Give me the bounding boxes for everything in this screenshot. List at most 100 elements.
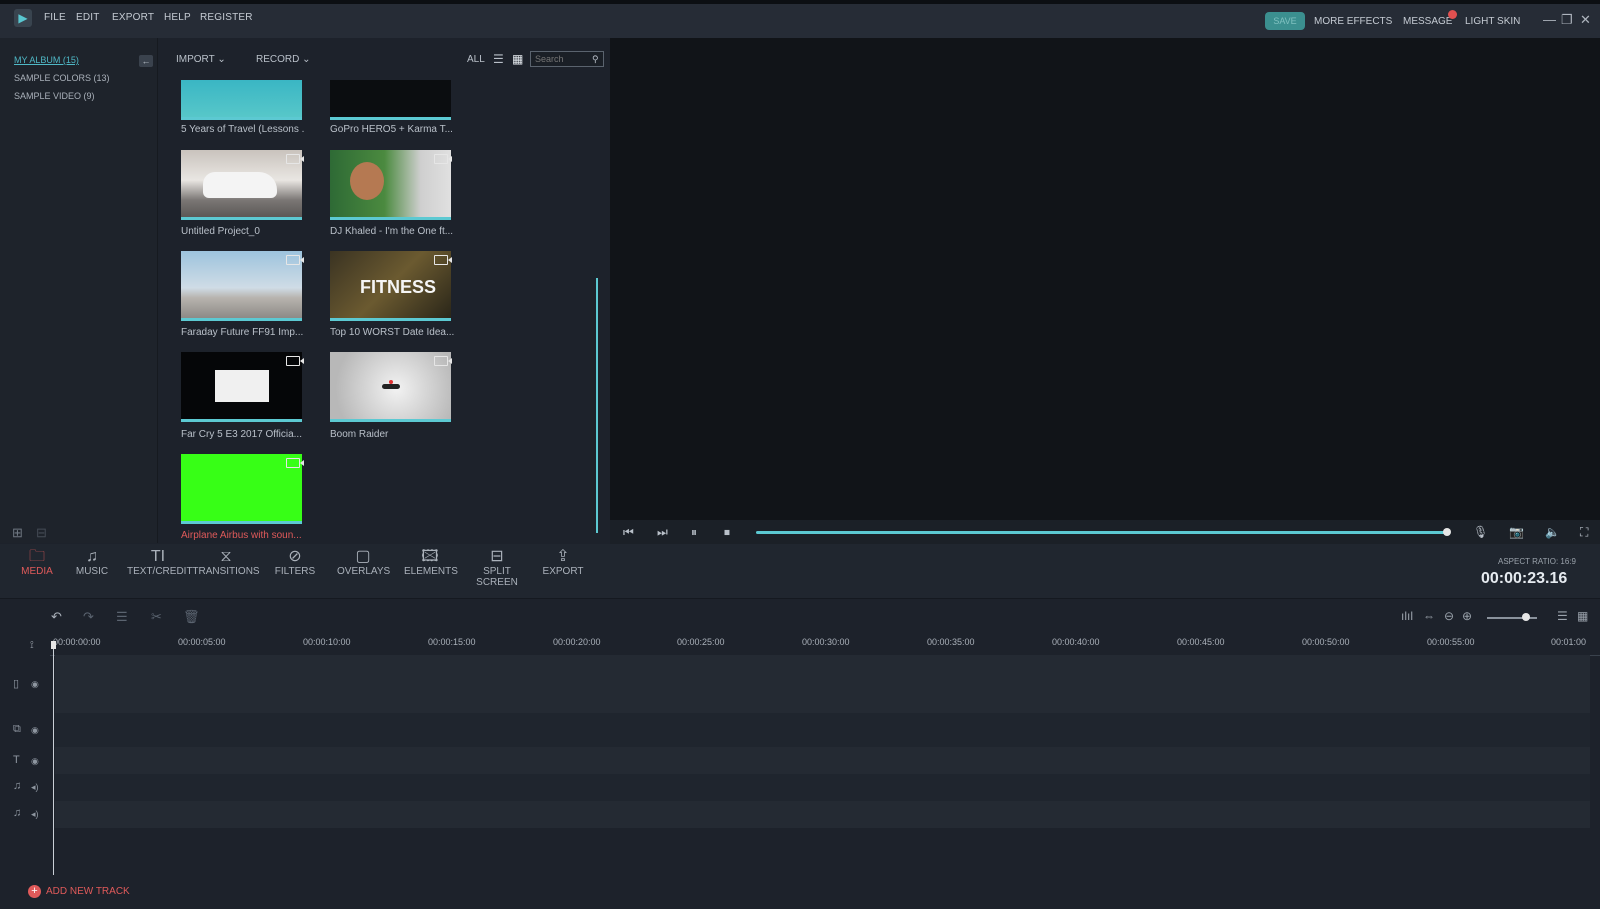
zoom-out-icon[interactable]: ⊖ (1444, 609, 1454, 623)
tab-export[interactable]: ⇪ EXPORT (542, 544, 584, 577)
message-link[interactable]: MESSAGE (1403, 16, 1452, 27)
overlay-track-icon: ⧉ (13, 723, 21, 735)
tab-media-label: MEDIA (21, 566, 53, 577)
audio-mixer-icon[interactable]: ılıl (1401, 609, 1413, 623)
message-badge (1448, 10, 1457, 19)
media-thumbnail[interactable] (181, 251, 302, 321)
tab-overlays[interactable]: ▢ OVERLAYS (337, 544, 390, 577)
tab-elements[interactable]: 🖾 ELEMENTS (404, 544, 458, 577)
step-forward-icon[interactable]: ⏭ (657, 525, 668, 540)
zoom-in-icon[interactable]: ⊕ (1462, 609, 1472, 623)
maximize-icon[interactable]: ❐ (1561, 12, 1573, 28)
media-thumbnail[interactable] (181, 352, 302, 422)
media-scrollbar[interactable] (596, 278, 598, 533)
menu-file[interactable]: FILE (44, 12, 66, 23)
tab-transitions[interactable]: ⧖ TRANSITIONS (190, 544, 262, 577)
cut-icon[interactable]: ✂ (151, 609, 162, 625)
stop-icon[interactable]: ⏹ (724, 525, 730, 540)
media-thumbnail[interactable] (330, 352, 451, 422)
trash-icon[interactable]: 🗑 (183, 609, 200, 625)
album-my-album[interactable]: MY ALBUM (15) (14, 55, 79, 65)
eye-icon[interactable]: ◉ (31, 725, 39, 736)
media-caption: Airplane Airbus with soun... (181, 530, 302, 541)
record-dropdown[interactable]: RECORD ⌄ (256, 54, 311, 65)
music-track-icon: ♫ (13, 807, 22, 819)
new-folder-icon[interactable]: ⊞ (12, 525, 23, 541)
menu-edit[interactable]: EDIT (76, 12, 100, 23)
list-view-icon[interactable]: ☰ (493, 52, 504, 66)
zoom-slider-handle[interactable] (1522, 613, 1530, 621)
more-effects-link[interactable]: MORE EFFECTS (1314, 16, 1392, 27)
undo-icon[interactable]: ↶ (51, 609, 62, 625)
speaker-icon[interactable]: ◂) (31, 809, 39, 820)
filter-all[interactable]: ALL (467, 54, 485, 65)
ruler-tick-label: 00:00:10:00 (303, 637, 351, 647)
speaker-icon[interactable]: ◂) (31, 782, 39, 793)
menu-export[interactable]: EXPORT (112, 12, 154, 23)
media-thumbnail[interactable] (330, 150, 451, 220)
add-track-icon[interactable]: + (28, 885, 41, 898)
playhead-line[interactable] (53, 645, 54, 875)
snapshot-camera-icon[interactable]: 📷 (1509, 525, 1524, 539)
app-logo-icon: ▶ (14, 9, 32, 27)
music-track-1[interactable] (55, 774, 1590, 801)
import-dropdown[interactable]: IMPORT ⌄ (176, 54, 226, 65)
fullscreen-icon[interactable]: ⛶ (1580, 525, 1588, 540)
fit-timeline-icon[interactable]: ⇔ (1423, 609, 1435, 623)
tab-music[interactable]: ♫ MUSIC (72, 544, 112, 577)
minimize-icon[interactable]: — (1543, 12, 1556, 27)
tab-split-screen-label: SPLIT SCREEN (476, 566, 518, 588)
collapse-panel-icon[interactable]: ← (139, 55, 153, 67)
playback-progress-bar[interactable] (756, 531, 1446, 534)
list-layout-icon[interactable]: ☰ (1557, 609, 1568, 623)
ruler-tick-label: 00:00:20:00 (553, 637, 601, 647)
ruler-tick-label: 00:00:15:00 (428, 637, 476, 647)
split-screen-icon: ⊟ (490, 548, 504, 565)
search-icon[interactable]: ⚲ (592, 54, 599, 65)
media-caption: Far Cry 5 E3 2017 Officia... (181, 429, 302, 440)
redo-icon[interactable]: ↷ (83, 609, 94, 625)
ruler-tick-label: 00:00:00:00 (53, 637, 101, 647)
menu-help[interactable]: HELP (164, 12, 191, 23)
eye-icon[interactable]: ◉ (31, 756, 39, 767)
media-thumbnail[interactable] (181, 150, 302, 220)
add-new-track-button[interactable]: ADD NEW TRACK (46, 886, 130, 897)
media-thumbnail[interactable] (181, 80, 302, 120)
car-shape (203, 172, 277, 198)
music-track-2[interactable] (55, 801, 1590, 828)
skip-back-icon[interactable]: ⏮ (623, 525, 634, 540)
light-skin-link[interactable]: LIGHT SKIN (1465, 16, 1520, 27)
media-caption: GoPro HERO5 + Karma T... (330, 124, 453, 135)
video-icon (434, 255, 452, 265)
playhead-handle[interactable] (51, 641, 56, 649)
media-caption: DJ Khaled - I'm the One ft... (330, 226, 454, 237)
tab-filters[interactable]: ⊘ FILTERS (273, 544, 317, 577)
save-button[interactable]: SAVE (1265, 12, 1305, 30)
album-sample-colors[interactable]: SAMPLE COLORS (13) (14, 73, 110, 83)
microphone-icon[interactable]: 🎙 (1473, 525, 1488, 539)
close-icon[interactable]: ✕ (1580, 12, 1591, 28)
pause-icon[interactable]: ⏸ (691, 525, 697, 540)
tab-text-credit[interactable]: TI TEXT/CREDIT (127, 544, 193, 577)
menu-register[interactable]: REGISTER (200, 12, 253, 23)
ruler-tick-label: 00:00:40:00 (1052, 637, 1100, 647)
media-thumbnail[interactable]: FITNESS (330, 251, 451, 321)
video-track-1[interactable] (55, 655, 1590, 713)
delete-folder-icon[interactable]: ⊟ (36, 525, 47, 541)
eye-icon[interactable]: ◉ (31, 679, 39, 690)
playback-progress-handle[interactable] (1443, 528, 1451, 536)
volume-icon[interactable]: 🔈 (1545, 525, 1560, 539)
media-thumbnail[interactable] (181, 454, 302, 524)
ruler-snap-icon[interactable]: ⟟ (30, 640, 34, 651)
ruler-tick-label: 00:00:50:00 (1302, 637, 1350, 647)
tab-media[interactable]: 🗀 MEDIA (18, 544, 56, 577)
video-track-2[interactable] (55, 713, 1590, 747)
album-sample-video[interactable]: SAMPLE VIDEO (9) (14, 91, 95, 101)
video-icon (286, 255, 304, 265)
tab-split-screen[interactable]: ⊟ SPLIT SCREEN (464, 544, 530, 588)
media-thumbnail[interactable] (330, 80, 451, 120)
grid-layout-icon[interactable]: ▦ (1577, 609, 1588, 623)
grid-view-icon[interactable]: ▦ (512, 52, 523, 66)
text-track[interactable] (55, 747, 1590, 774)
properties-icon[interactable]: ☰ (116, 609, 128, 625)
